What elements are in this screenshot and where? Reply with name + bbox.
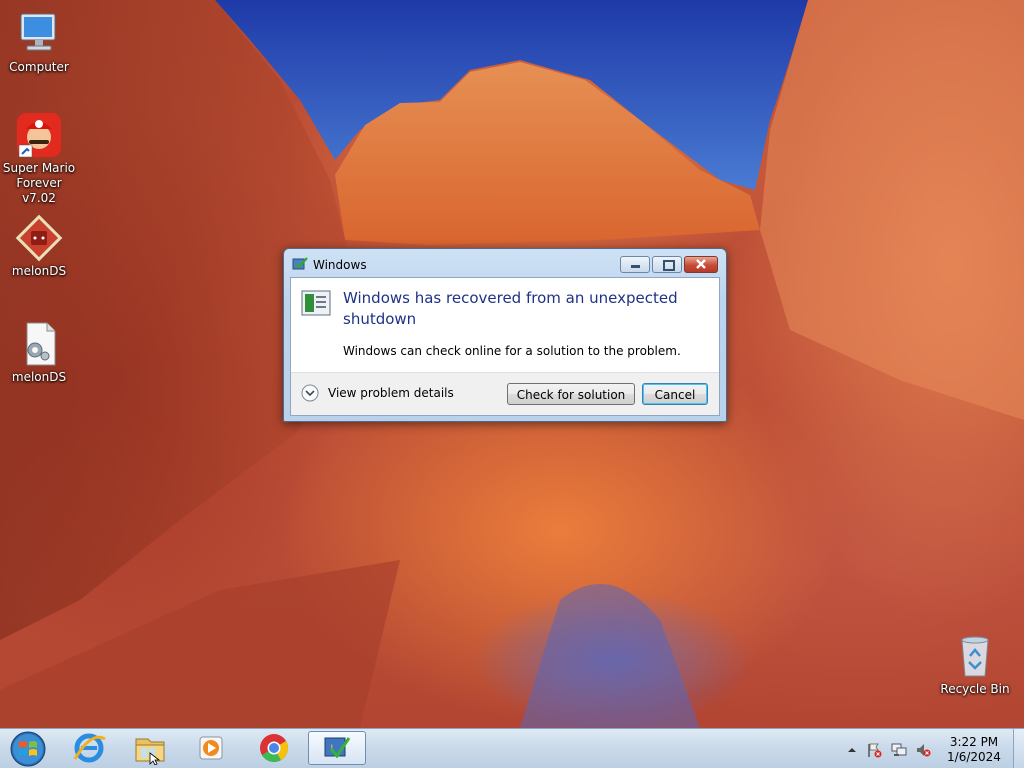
start-orb-icon [10,731,46,767]
desktop-icon-label: melonDS [11,264,67,278]
file-explorer-icon [135,738,165,766]
dialog-title: Windows [313,258,367,272]
recycle-bin-icon [951,632,999,680]
desktop-icon-recycle-bin[interactable]: Recycle Bin [936,632,1014,697]
desktop-icon-label: Super Mario Forever v7.02 [2,161,76,205]
chevron-down-icon [301,384,319,402]
check-for-solution-button[interactable]: Check for solution [507,383,635,405]
taskbar-action-center-dialog[interactable]: ! [308,731,366,765]
dialog-titlebar[interactable]: Windows [284,249,726,277]
action-center-flag-icon [868,743,882,758]
action-center-title-icon [292,256,308,272]
close-icon [696,259,706,269]
restore-icon [663,260,675,271]
chrome-icon [260,734,288,762]
desktop-icon-label: Recycle Bin [940,682,1010,696]
melonds-icon [15,214,63,262]
view-problem-details-toggle[interactable]: View problem details [301,383,471,403]
minimize-icon [631,265,640,268]
action-center-tray[interactable] [866,742,882,758]
volume-muted-icon [917,744,931,757]
minimize-button[interactable] [620,256,650,273]
show-hidden-icons-button[interactable] [844,742,860,758]
dialog-heading: Windows has recovered from an unexpected… [343,289,678,328]
desktop-icon-super-mario[interactable]: Super Mario Forever v7.02 [0,111,78,206]
view-problem-details-label: View problem details [328,386,454,400]
recovery-dialog[interactable]: Windows Windows has recovered from an un… [283,248,727,422]
network-icon [891,743,907,756]
dialog-message: Windows can check online for a solution … [343,344,681,358]
taskbar-chrome[interactable] [246,731,302,765]
taskbar-internet-explorer[interactable] [61,731,117,765]
taskbar: ! 3:22 PM 1/6/2024 [0,728,1024,768]
show-hidden-icons-icon [848,748,856,752]
taskbar-media-player[interactable] [183,731,239,765]
volume-tray[interactable] [915,742,931,758]
desktop-icon-melonds[interactable]: melonDS [0,214,78,279]
taskbar-clock[interactable]: 3:22 PM 1/6/2024 [936,735,1012,765]
action-center-dialog-icon: ! [324,737,351,759]
start-button[interactable] [4,729,52,768]
close-button[interactable] [684,256,718,273]
media-player-icon [199,736,223,760]
taskbar-file-explorer[interactable] [122,731,178,766]
desktop[interactable]: Computer Super Mario Forever v7.02 melon… [0,0,1024,728]
desktop-icon-label: melonDS [11,370,67,384]
desktop-icon-label: Computer [9,60,69,74]
clock-date: 1/6/2024 [947,750,1001,764]
dialog-footer: View problem details Check for solution … [291,372,719,415]
maximize-button[interactable] [652,256,682,273]
mario-shortcut-icon [15,111,63,159]
problem-report-icon [301,290,331,316]
desktop-icon-computer[interactable]: Computer [0,10,78,75]
dialog-client-area: Windows has recovered from an unexpected… [290,277,720,416]
clock-time: 3:22 PM [949,735,999,749]
internet-explorer-icon [73,733,106,763]
network-tray[interactable] [891,742,907,758]
show-desktop-button[interactable] [1013,729,1024,768]
cancel-button[interactable]: Cancel [642,383,708,405]
computer-icon [15,10,63,58]
desktop-icon-melonds-config[interactable]: melonDS [0,320,78,385]
melonds-config-file-icon [15,320,63,368]
